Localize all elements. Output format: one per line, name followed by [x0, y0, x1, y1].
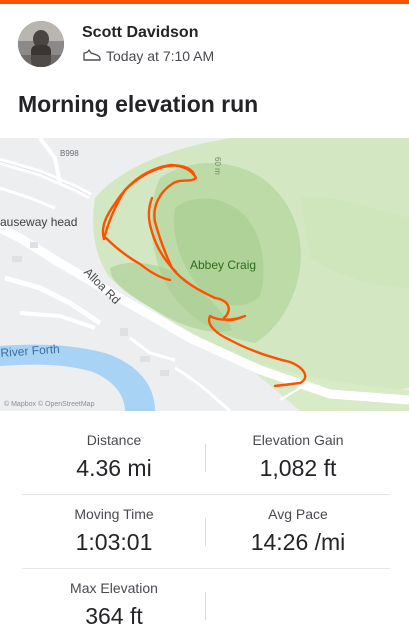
- athlete-name[interactable]: Scott Davidson: [82, 23, 214, 43]
- top-accent-bar: [0, 0, 409, 4]
- stat-label: Distance: [86, 432, 142, 448]
- stats-row: Max Elevation 364 ft: [22, 570, 390, 640]
- map-label-contour: 60 m: [213, 157, 222, 175]
- stat-distance: Distance 4.36 mi: [22, 422, 206, 495]
- stat-moving-time: Moving Time 1:03:01: [22, 496, 206, 569]
- map-attribution[interactable]: © Mapbox © OpenStreetMap: [4, 401, 94, 408]
- stat-avg-pace: Avg Pace 14:26 /mi: [206, 496, 390, 569]
- shoe-icon: [83, 49, 101, 61]
- stat-max-elevation: Max Elevation 364 ft: [22, 570, 206, 640]
- map-label-causewayhead: auseway head: [0, 215, 78, 229]
- stat-value: 1:03:01: [75, 529, 153, 555]
- stats-row: Distance 4.36 mi Elevation Gain 1,082 ft: [22, 422, 390, 495]
- stat-divider: [205, 592, 206, 620]
- athlete-info: Scott Davidson Today at 7:10 AM: [82, 23, 214, 65]
- stat-label: Elevation Gain: [252, 432, 344, 448]
- activity-header: Scott Davidson Today at 7:10 AM: [18, 20, 214, 68]
- stat-value: 14:26 /mi: [250, 529, 346, 555]
- avatar[interactable]: [18, 21, 64, 67]
- stat-label: Moving Time: [74, 506, 154, 522]
- map-label-road-code: B998: [60, 149, 79, 158]
- stat-label: Avg Pace: [268, 506, 328, 522]
- stat-value: 1,082 ft: [259, 455, 337, 481]
- activity-meta: Today at 7:10 AM: [82, 47, 214, 65]
- stat-label: Max Elevation: [70, 580, 158, 596]
- map-label-abbey-craig: Abbey Craig: [190, 258, 257, 272]
- stat-elevation-gain: Elevation Gain 1,082 ft: [206, 422, 390, 495]
- stat-value: 364 ft: [85, 603, 143, 629]
- route-map[interactable]: auseway head Alloa Rd Abbey Craig River …: [0, 138, 409, 411]
- activity-timestamp: Today at 7:10 AM: [106, 48, 215, 64]
- map-canvas: [0, 138, 409, 411]
- activity-title[interactable]: Morning elevation run: [18, 88, 258, 120]
- stat-value: 4.36 mi: [76, 455, 152, 481]
- stats-row: Moving Time 1:03:01 Avg Pace 14:26 /mi: [22, 496, 390, 569]
